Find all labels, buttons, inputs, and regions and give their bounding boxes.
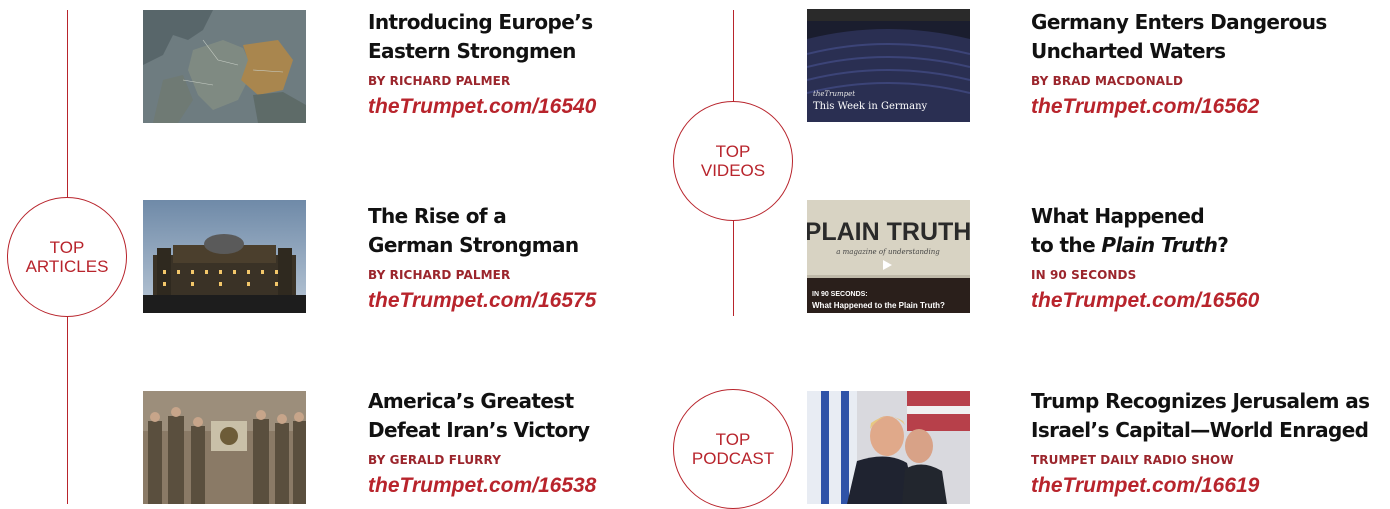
- top-articles-label-line1: TOP: [49, 238, 85, 257]
- title-line: Eastern Strongmen: [368, 39, 576, 63]
- podcast-byline: TRUMPET DAILY RADIO SHOW: [1031, 453, 1234, 467]
- article-item: Introducing Europe’s Eastern Strongmen B…: [368, 8, 708, 119]
- article-title[interactable]: The Rise of a German Strongman: [368, 202, 708, 260]
- plain-truth-subtext: a magazine of understanding: [836, 248, 940, 256]
- top-podcast-label-line1: TOP: [715, 430, 751, 449]
- title-line: Israel’s Capital—World Enraged: [1031, 418, 1369, 442]
- video-link[interactable]: theTrumpet.com/16562: [1031, 95, 1371, 119]
- title-line: Germany Enters Dangerous: [1031, 10, 1327, 34]
- article-thumbnail-soldiers[interactable]: [143, 391, 306, 504]
- bundestag-video-image: theTrumpet This Week in Germany: [807, 9, 970, 122]
- title-line: Defeat Iran’s Victory: [368, 418, 590, 442]
- title-line-suffix: ?: [1217, 233, 1229, 257]
- article-byline: BY RICHARD PALMER: [368, 74, 511, 88]
- podcast-link[interactable]: theTrumpet.com/16619: [1031, 474, 1371, 498]
- soldiers-image: [143, 391, 306, 504]
- article-title[interactable]: America’s Greatest Defeat Iran’s Victory: [368, 387, 708, 445]
- video-thumbnail-germany[interactable]: theTrumpet This Week in Germany: [807, 9, 970, 122]
- video-title[interactable]: What Happened to the Plain Truth?: [1031, 202, 1371, 260]
- article-item: The Rise of a German Strongman BY RICHAR…: [368, 202, 708, 313]
- plain-truth-logo-text: PLAIN TRUTH: [807, 218, 970, 246]
- article-byline: BY GERALD FLURRY: [368, 453, 501, 467]
- video-thumb-caption-line1: theTrumpet: [813, 90, 855, 98]
- title-line: German Strongman: [368, 233, 579, 257]
- europe-map-image: [143, 10, 306, 123]
- title-line: to the Plain Truth?: [1031, 231, 1371, 260]
- top-videos-label-line1: TOP: [715, 142, 751, 161]
- video-link[interactable]: theTrumpet.com/16560: [1031, 289, 1371, 313]
- title-line-italic: Plain Truth: [1101, 233, 1218, 257]
- top-podcast-badge: TOP PODCAST: [673, 389, 793, 509]
- article-link[interactable]: theTrumpet.com/16538: [368, 474, 708, 498]
- podcast-thumbnail[interactable]: [807, 391, 970, 504]
- trump-netanyahu-image: [807, 391, 970, 504]
- article-link[interactable]: theTrumpet.com/16540: [368, 95, 708, 119]
- title-line: The Rise of a: [368, 204, 507, 228]
- article-item: America’s Greatest Defeat Iran’s Victory…: [368, 387, 708, 498]
- title-line: America’s Greatest: [368, 389, 574, 413]
- title-line: What Happened: [1031, 204, 1205, 228]
- reichstag-image: [143, 200, 306, 313]
- article-byline: BY RICHARD PALMER: [368, 268, 511, 282]
- video2-thumb-caption-line1: IN 90 SECONDS:: [812, 291, 868, 298]
- video-byline: BY BRAD MACDONALD: [1031, 74, 1184, 88]
- top-podcast-label-line2: PODCAST: [691, 449, 775, 468]
- title-line: Trump Recognizes Jerusalem as: [1031, 389, 1370, 413]
- video-byline: IN 90 SECONDS: [1031, 268, 1137, 282]
- video2-thumb-caption-line2: What Happened to the Plain Truth?: [812, 301, 945, 310]
- video-title[interactable]: Germany Enters Dangerous Uncharted Water…: [1031, 8, 1371, 66]
- plain-truth-video-image: PLAIN TRUTH a magazine of understanding …: [807, 200, 970, 313]
- top-videos-badge: TOP VIDEOS: [673, 101, 793, 221]
- top-articles-badge: TOP ARTICLES: [7, 197, 127, 317]
- title-line: Uncharted Waters: [1031, 39, 1226, 63]
- video-item: What Happened to the Plain Truth? IN 90 …: [1031, 202, 1371, 313]
- title-line-prefix: to the: [1031, 233, 1102, 257]
- article-link[interactable]: theTrumpet.com/16575: [368, 289, 708, 313]
- article-title[interactable]: Introducing Europe’s Eastern Strongmen: [368, 8, 708, 66]
- title-line: Introducing Europe’s: [368, 10, 593, 34]
- top-articles-label-line2: ARTICLES: [25, 257, 109, 276]
- podcast-title[interactable]: Trump Recognizes Jerusalem as Israel’s C…: [1031, 387, 1371, 445]
- video-thumb-caption-line2: This Week in Germany: [813, 101, 928, 112]
- top-videos-label-line2: VIDEOS: [700, 161, 766, 180]
- article-thumbnail-map[interactable]: [143, 10, 306, 123]
- video-thumbnail-plain-truth[interactable]: PLAIN TRUTH a magazine of understanding …: [807, 200, 970, 313]
- podcast-item: Trump Recognizes Jerusalem as Israel’s C…: [1031, 387, 1371, 498]
- article-thumbnail-reichstag[interactable]: [143, 200, 306, 313]
- video-item: Germany Enters Dangerous Uncharted Water…: [1031, 8, 1371, 119]
